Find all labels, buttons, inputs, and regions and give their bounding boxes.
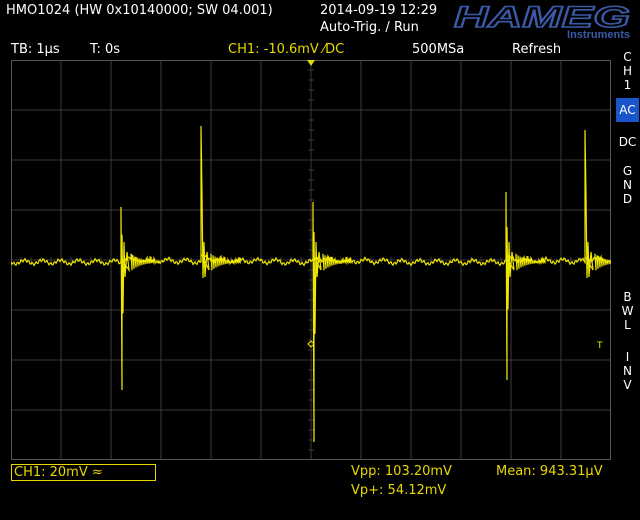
coupling-gnd-button[interactable]: G N D xyxy=(616,164,639,206)
trigger-time-readout[interactable]: T: 0s xyxy=(90,42,120,57)
invert-button[interactable]: I N V xyxy=(616,350,639,392)
vpp-measurement: Vpp: 103.20mV xyxy=(351,464,452,479)
status-bar: TB: 1µs T: 0s CH1: -10.6mV ⁄DC 500MSa Re… xyxy=(0,42,612,59)
coupling-dc-button[interactable]: DC xyxy=(616,130,639,154)
mean-measurement: Mean: 943.31µV xyxy=(496,464,603,479)
bottom-bar: CH1: 20mV ≈ Vpp: 103.20mV Vp+: 54.12mV M… xyxy=(0,462,640,520)
datetime: 2014-09-19 12:29 xyxy=(320,3,438,18)
coupling-ac-button[interactable]: AC xyxy=(616,98,639,122)
waveform-display[interactable]: 1 T xyxy=(11,60,611,460)
top-header: HMO1024 (HW 0x10140000; SW 04.001) 2014-… xyxy=(0,0,640,42)
brand-logo: HAMEG Instruments xyxy=(453,2,631,40)
trigger-marker-label: T xyxy=(596,341,603,351)
sample-rate-readout: 500MSa xyxy=(412,42,465,57)
waveform-svg: 1 T xyxy=(11,60,611,460)
acquisition-mode-readout[interactable]: Refresh xyxy=(512,42,561,57)
ch1-scale-box[interactable]: CH1: 20mV ≈ xyxy=(11,464,156,481)
brand-subtitle: Instruments xyxy=(567,29,630,40)
vp-plus-measurement: Vp+: 54.12mV xyxy=(351,483,447,498)
device-id: HMO1024 (HW 0x10140000; SW 04.001) xyxy=(6,3,273,18)
channel-menu-title: C H 1 xyxy=(616,50,639,92)
timebase-readout[interactable]: TB: 1µs xyxy=(11,42,60,57)
trigger-state: Auto-Trig. / Run xyxy=(320,20,419,35)
trigger-level-readout[interactable]: CH1: -10.6mV ⁄DC xyxy=(228,42,344,57)
bandwidth-limit-button[interactable]: B W L xyxy=(616,290,639,332)
